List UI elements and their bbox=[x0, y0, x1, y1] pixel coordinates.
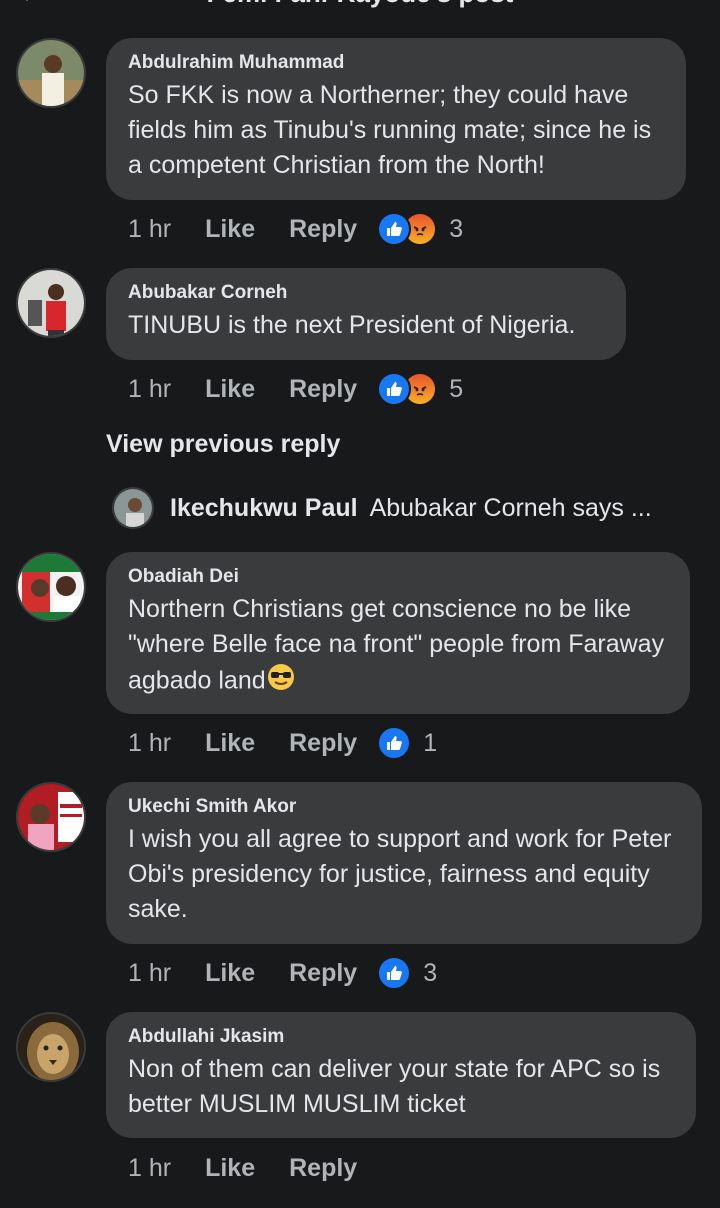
commenter-name[interactable]: Ukechi Smith Akor bbox=[128, 796, 680, 818]
comment-actions: 1 hr Like Reply 5 bbox=[128, 371, 463, 407]
like-button[interactable]: Like bbox=[205, 375, 255, 404]
avatar[interactable] bbox=[16, 38, 86, 108]
thumbs-up-icon bbox=[377, 956, 412, 990]
reaction-count: 3 bbox=[423, 958, 438, 987]
reply-preview[interactable]: Ikechukwu Paul Abubakar Corneh says ... bbox=[112, 487, 652, 529]
comment-actions: 1 hr Like Reply 3 bbox=[128, 955, 437, 991]
avatar[interactable] bbox=[16, 268, 86, 338]
like-button[interactable]: Like bbox=[205, 729, 255, 758]
reactions[interactable]: 3 bbox=[377, 212, 463, 246]
like-button[interactable]: Like bbox=[205, 215, 255, 244]
thumbs-up-icon bbox=[377, 726, 412, 760]
reaction-count: 3 bbox=[449, 214, 464, 243]
commenter-name[interactable]: Obadiah Dei bbox=[128, 566, 668, 588]
comment-time[interactable]: 1 hr bbox=[128, 375, 171, 404]
comment-text: Non of them can deliver your state for A… bbox=[128, 1055, 661, 1118]
comment-time[interactable]: 1 hr bbox=[128, 729, 171, 758]
comment-text-content: Northern Christians get conscience no be… bbox=[128, 595, 665, 695]
comment-text: I wish you all agree to support and work… bbox=[128, 825, 672, 923]
comment-bubble: Abubakar Corneh TINUBU is the next Presi… bbox=[106, 268, 626, 360]
view-previous-reply-link[interactable]: View previous reply bbox=[106, 430, 340, 459]
comment-text: Northern Christians get conscience no be… bbox=[128, 592, 668, 702]
reply-button[interactable]: Reply bbox=[289, 1154, 357, 1183]
like-button[interactable]: Like bbox=[205, 1154, 255, 1183]
avatar[interactable] bbox=[112, 487, 154, 529]
reactions[interactable]: 5 bbox=[377, 372, 463, 406]
reply-author-name[interactable]: Ikechukwu Paul bbox=[170, 494, 358, 523]
reaction-count: 5 bbox=[449, 374, 464, 403]
reply-button[interactable]: Reply bbox=[289, 959, 357, 988]
post-title: Femi Fani-Kayode's post bbox=[207, 0, 514, 8]
reply-button[interactable]: Reply bbox=[289, 215, 357, 244]
comment-actions: 1 hr Like Reply 3 bbox=[128, 211, 463, 247]
comment-bubble: Abdullahi Jkasim Non of them can deliver… bbox=[106, 1012, 696, 1138]
commenter-name[interactable]: Abdullahi Jkasim bbox=[128, 1026, 674, 1048]
back-arrow-icon[interactable]: ← bbox=[18, 0, 44, 9]
comment-time[interactable]: 1 hr bbox=[128, 959, 171, 988]
commenter-name[interactable]: Abdulrahim Muhammad bbox=[128, 52, 664, 74]
comment-time[interactable]: 1 hr bbox=[128, 1154, 171, 1183]
reply-preview-text: Abubakar Corneh says ... bbox=[369, 493, 652, 522]
reply-button[interactable]: Reply bbox=[289, 729, 357, 758]
comment-bubble: Obadiah Dei Northern Christians get cons… bbox=[106, 552, 690, 714]
thumbs-up-icon bbox=[377, 212, 412, 246]
reactions[interactable]: 1 bbox=[377, 726, 437, 760]
reply-button[interactable]: Reply bbox=[289, 375, 357, 404]
avatar[interactable] bbox=[16, 552, 86, 622]
comment-actions: 1 hr Like Reply 1 bbox=[128, 725, 437, 761]
comment-bubble: Abdulrahim Muhammad So FKK is now a Nort… bbox=[106, 38, 686, 200]
post-header: ← Femi Fani-Kayode's post bbox=[0, 0, 720, 8]
avatar[interactable] bbox=[16, 782, 86, 852]
avatar[interactable] bbox=[16, 1012, 86, 1082]
like-button[interactable]: Like bbox=[205, 959, 255, 988]
commenter-name[interactable]: Abubakar Corneh bbox=[128, 282, 604, 304]
reaction-count: 1 bbox=[423, 728, 438, 757]
comment-text: So FKK is now a Northerner; they could h… bbox=[128, 81, 652, 179]
thumbs-up-icon bbox=[377, 372, 412, 406]
comment-time[interactable]: 1 hr bbox=[128, 215, 171, 244]
sunglasses-emoji-icon bbox=[266, 662, 296, 702]
reactions[interactable]: 3 bbox=[377, 956, 437, 990]
comment-bubble: Ukechi Smith Akor I wish you all agree t… bbox=[106, 782, 702, 944]
comment-actions: 1 hr Like Reply bbox=[128, 1150, 391, 1186]
comment-text: TINUBU is the next President of Nigeria. bbox=[128, 311, 576, 339]
